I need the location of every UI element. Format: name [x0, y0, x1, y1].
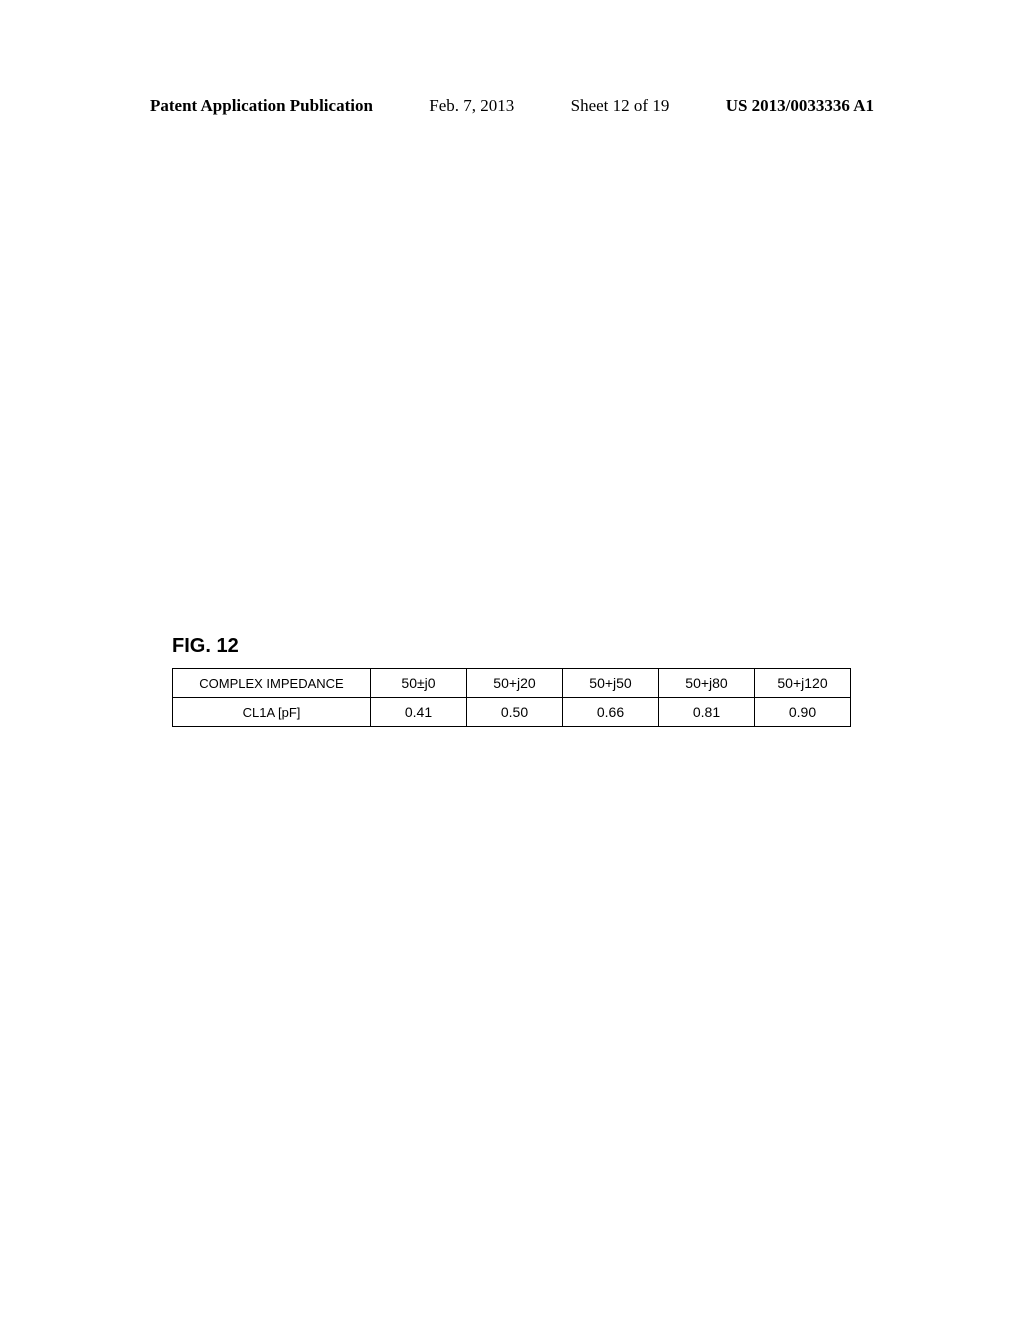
cell: 0.66: [563, 698, 659, 727]
cell: 50+j50: [563, 669, 659, 698]
row-header-impedance: COMPLEX IMPEDANCE: [173, 669, 371, 698]
table-row: CL1A [pF] 0.41 0.50 0.66 0.81 0.90: [173, 698, 851, 727]
row-header-cl1a: CL1A [pF]: [173, 698, 371, 727]
cell: 0.81: [659, 698, 755, 727]
cell: 50+j80: [659, 669, 755, 698]
sheet-number: Sheet 12 of 19: [571, 96, 670, 116]
impedance-table: COMPLEX IMPEDANCE 50±j0 50+j20 50+j50 50…: [172, 668, 851, 727]
cell: 50+j120: [755, 669, 851, 698]
cell: 0.90: [755, 698, 851, 727]
patent-page: Patent Application Publication Feb. 7, 2…: [0, 0, 1024, 1320]
figure-label: FIG. 12: [172, 635, 239, 658]
publication-date: Feb. 7, 2013: [429, 96, 514, 116]
cell: 0.50: [467, 698, 563, 727]
publication-type: Patent Application Publication: [150, 96, 373, 116]
cell: 50±j0: [371, 669, 467, 698]
page-header: Patent Application Publication Feb. 7, 2…: [150, 96, 874, 116]
cell: 0.41: [371, 698, 467, 727]
table-row: COMPLEX IMPEDANCE 50±j0 50+j20 50+j50 50…: [173, 669, 851, 698]
publication-number: US 2013/0033336 A1: [726, 96, 874, 116]
cell: 50+j20: [467, 669, 563, 698]
